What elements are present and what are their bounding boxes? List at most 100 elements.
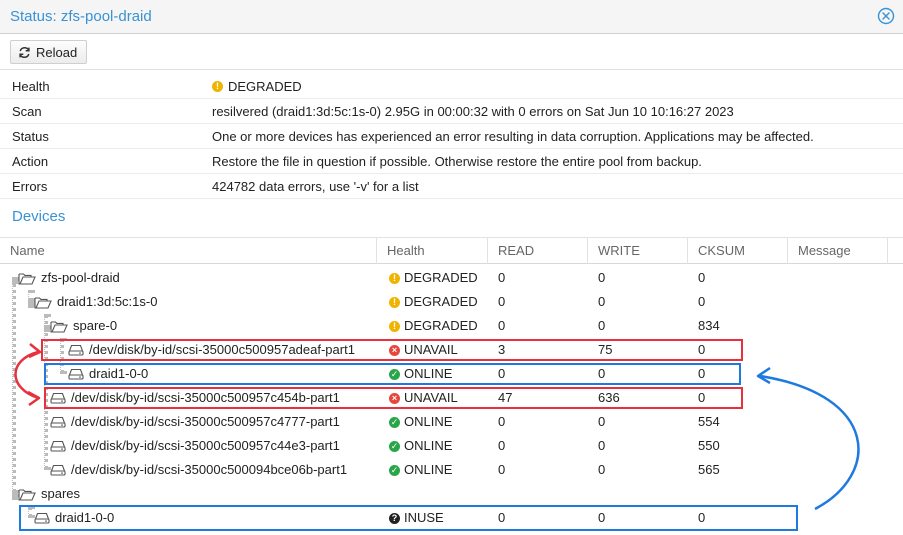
info-value: 424782 data errors, use '-v' for a list [212,178,419,194]
column-header-name[interactable]: Name [0,238,377,264]
info-row-status: Status One or more devices has experienc… [0,124,903,149]
column-header-message[interactable]: Message [788,238,888,264]
device-row[interactable]: draid1:3d:5c:1s-0! DEGRADED 0 0 0 [0,290,903,314]
info-row-scan: Scan resilvered (draid1:3d:5c:1s-0) 2.95… [0,99,903,124]
device-health-cell: ✓ ONLINE [389,434,452,458]
device-name-cell: /dev/disk/by-id/scsi-35000c500957c44e3-p… [50,434,340,458]
info-row-errors: Errors 424782 data errors, use '-v' for … [0,174,903,199]
device-write: 0 [598,270,606,285]
folder-open-icon [18,488,36,501]
devices-section-title: Devices [12,208,66,225]
device-cksum: 0 [698,294,706,309]
info-key: Scan [12,103,42,119]
check-icon: ✓ [389,416,400,428]
device-cksum: 834 [698,318,720,333]
device-name-cell: zfs-pool-draid [18,266,120,290]
info-value: Restore the file in question if possible… [212,153,702,169]
device-name-cell: spare-0 [50,314,117,338]
device-name-cell: /dev/disk/by-id/scsi-35000c500957c4777-p… [50,410,340,434]
device-health: ONLINE [404,462,453,477]
device-name-cell: draid1:3d:5c:1s-0 [34,290,157,314]
highlight-box-blue [19,505,798,531]
folder-open-icon [50,320,68,333]
info-value: resilvered (draid1:3d:5c:1s-0) 2.95G in … [212,103,734,119]
folder-open-icon [18,272,36,285]
device-row[interactable]: spares [0,482,903,506]
info-key: Action [12,153,49,169]
device-row[interactable]: /dev/disk/by-id/scsi-35000c500957c4777-p… [0,410,903,434]
refresh-icon [19,46,30,58]
device-health-cell: ! DEGRADED [389,290,478,314]
device-name: /dev/disk/by-id/scsi-35000c500094bce06b-… [71,462,348,477]
devices-grid-header: Name Health READ WRITE CKSUM Message [0,237,903,264]
info-value: ! DEGRADED [212,79,302,94]
device-read: 0 [498,414,506,429]
warning-icon: ! [389,296,400,308]
device-name: spares [41,486,81,501]
device-row[interactable]: /dev/disk/by-id/scsi-35000c500957c44e3-p… [0,434,903,458]
device-health: DEGRADED [404,294,478,309]
device-cksum: 0 [698,270,706,285]
highlight-box-blue [44,363,741,385]
info-row-health: Health ! DEGRADED [0,74,903,99]
device-write: 0 [598,318,606,333]
check-icon: ✓ [389,440,400,452]
device-row[interactable]: spare-0! DEGRADED 0 0 834 [0,314,903,338]
device-name: /dev/disk/by-id/scsi-35000c500957c4777-p… [71,414,340,429]
device-cksum: 554 [698,414,720,429]
info-key: Health [12,78,50,94]
device-cksum: 550 [698,438,720,453]
device-read: 0 [498,462,506,477]
device-health: ONLINE [404,438,453,453]
device-name: spare-0 [73,318,118,333]
highlight-box-red [41,339,743,361]
hard-disk-icon [50,464,66,476]
device-health-cell: ✓ ONLINE [389,410,452,434]
info-key: Status [12,128,49,144]
device-name-cell: /dev/disk/by-id/scsi-35000c500094bce06b-… [50,458,347,482]
device-health-cell: ! DEGRADED [389,266,478,290]
reload-label: Reload [36,44,78,60]
device-name: zfs-pool-draid [41,270,120,285]
device-health: DEGRADED [404,318,478,333]
device-cksum: 565 [698,462,720,477]
device-health-cell: ! DEGRADED [389,314,478,338]
column-header-write[interactable]: WRITE [588,238,688,264]
highlight-box-red [44,387,743,409]
info-value: One or more devices has experienced an e… [212,128,814,144]
warning-icon: ! [389,272,400,284]
device-row[interactable]: zfs-pool-draid! DEGRADED 0 0 0 [0,266,903,290]
device-read: 0 [498,438,506,453]
info-row-action: Action Restore the file in question if p… [0,149,903,174]
window-titlebar: Status: zfs-pool-draid [0,0,903,34]
warning-icon: ! [212,80,223,92]
device-row[interactable]: /dev/disk/by-id/scsi-35000c500094bce06b-… [0,458,903,482]
device-name: draid1:3d:5c:1s-0 [57,294,158,309]
folder-open-icon [34,296,52,309]
device-read: 0 [498,270,506,285]
device-write: 0 [598,294,606,309]
check-icon: ✓ [389,464,400,476]
device-health: ONLINE [404,414,453,429]
device-write: 0 [598,414,606,429]
device-read: 0 [498,318,506,333]
warning-icon: ! [389,320,400,332]
device-health-cell: ✓ ONLINE [389,458,452,482]
close-icon[interactable] [877,7,895,25]
column-header-cksum[interactable]: CKSUM [688,238,788,264]
device-write: 0 [598,462,606,477]
device-name-cell: spares [18,482,80,506]
column-header-health[interactable]: Health [377,238,488,264]
health-status-text: DEGRADED [228,78,302,94]
column-header-read[interactable]: READ [488,238,588,264]
hard-disk-icon [50,416,66,428]
toolbar: Reload [0,34,903,70]
hard-disk-icon [50,440,66,452]
info-key: Errors [12,178,48,194]
device-name: /dev/disk/by-id/scsi-35000c500957c44e3-p… [71,438,340,453]
device-health: DEGRADED [404,270,478,285]
window-title: Status: zfs-pool-draid [10,8,152,25]
reload-button[interactable]: Reload [10,40,88,64]
device-write: 0 [598,438,606,453]
device-read: 0 [498,294,506,309]
